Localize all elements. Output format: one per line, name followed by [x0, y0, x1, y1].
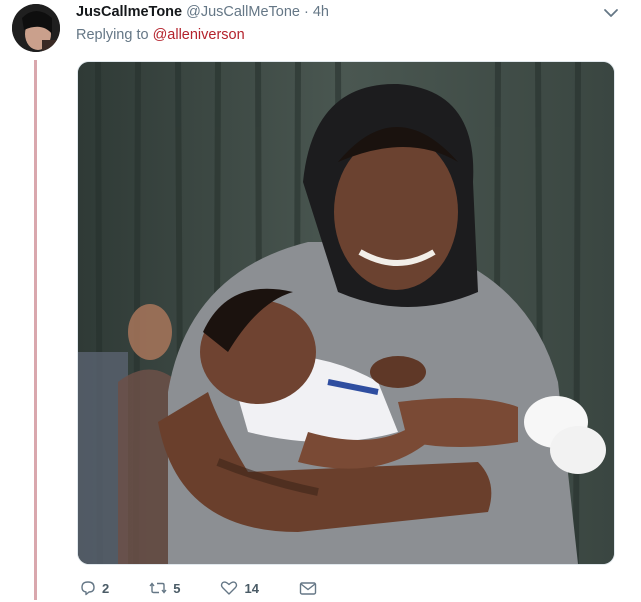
avatar[interactable] [12, 4, 60, 52]
reply-icon [81, 581, 95, 596]
retweet-icon [149, 582, 167, 594]
thread-line [34, 60, 37, 600]
like-count: 14 [244, 580, 259, 596]
direct-message-button[interactable] [299, 580, 323, 596]
tweet-actions: 2 5 14 [80, 577, 363, 599]
replying-to: Replying to @alleniverson [76, 27, 245, 43]
photo-illustration [78, 62, 614, 564]
user-handle[interactable]: @JusCallMeTone [186, 4, 300, 20]
tweet-header: JusCallmeTone @JusCallMeTone · 4h [76, 2, 611, 22]
reply-button[interactable]: 2 [80, 580, 109, 596]
reply-count: 2 [102, 580, 110, 596]
display-name[interactable]: JusCallmeTone [76, 4, 182, 20]
replying-handle-link[interactable]: @alleniverson [153, 27, 245, 43]
separator-dot: · [303, 4, 309, 20]
replying-prefix: Replying to [76, 27, 149, 43]
like-icon [221, 581, 238, 595]
timestamp[interactable]: 4h [313, 4, 329, 20]
dm-icon [299, 582, 317, 595]
retweet-button[interactable]: 5 [149, 580, 180, 596]
like-button[interactable]: 14 [220, 580, 259, 596]
tweet-photo[interactable] [77, 61, 615, 565]
retweet-count: 5 [173, 580, 181, 596]
caret-down-icon[interactable] [603, 6, 619, 18]
